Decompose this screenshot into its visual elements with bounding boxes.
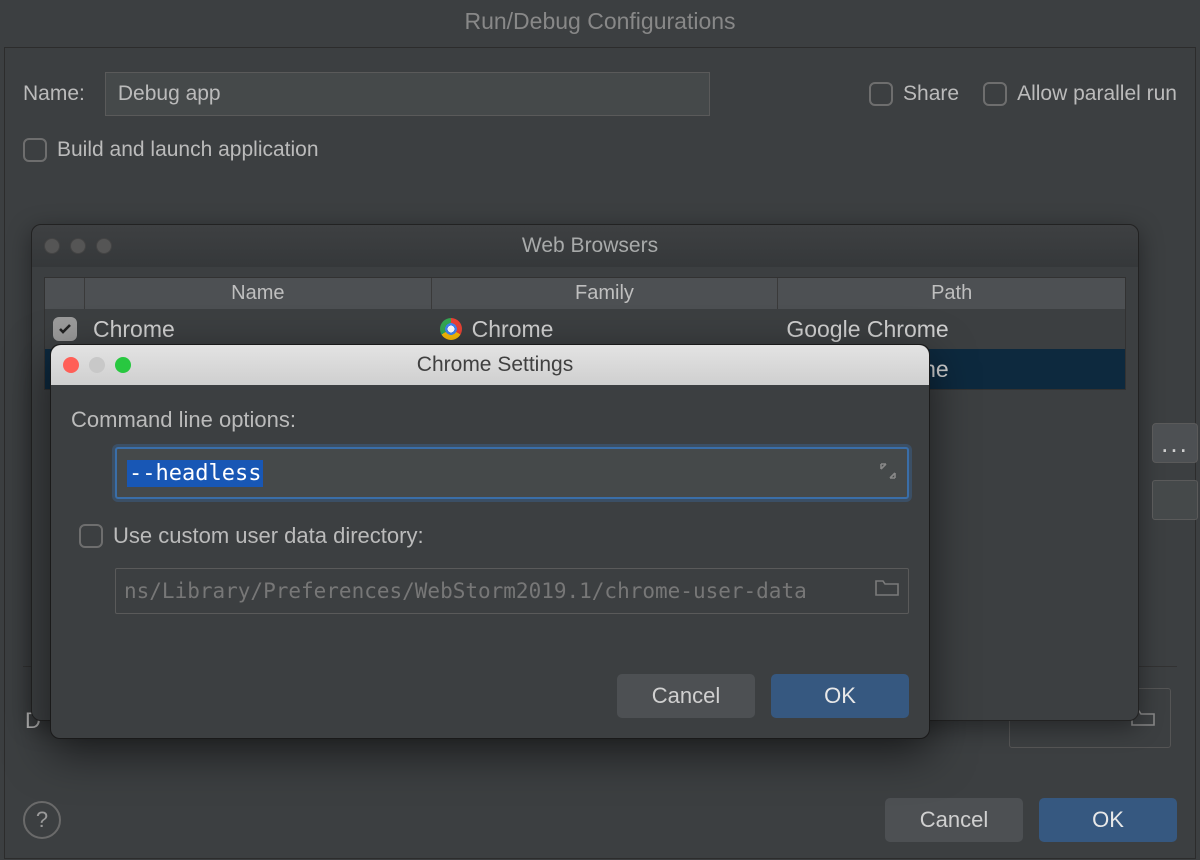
custom-dir-input[interactable]: ns/Library/Preferences/WebStorm2019.1/ch… <box>115 568 909 614</box>
cli-options-input[interactable]: --headless <box>115 447 909 499</box>
ok-button[interactable]: OK <box>1039 798 1177 842</box>
ok-button[interactable]: OK <box>771 674 909 718</box>
cli-options-value: --headless <box>127 460 263 487</box>
share-checkbox[interactable]: Share <box>869 82 959 106</box>
side-empty-box <box>1152 480 1198 520</box>
allow-parallel-checkbox[interactable]: Allow parallel run <box>983 82 1177 106</box>
expand-icon[interactable] <box>871 462 897 485</box>
chrome-settings-title: Chrome Settings <box>73 353 917 377</box>
checkbox-icon <box>23 138 47 162</box>
chrome-settings-window: Chrome Settings Command line options: --… <box>50 344 930 739</box>
folder-icon[interactable] <box>874 578 900 604</box>
checkbox-icon <box>869 82 893 106</box>
chrome-settings-buttons: Cancel OK <box>71 674 909 718</box>
chrome-icon <box>440 318 462 340</box>
name-input[interactable] <box>105 72 710 116</box>
cli-options-label: Command line options: <box>71 407 909 433</box>
table-header: Name Family Path <box>45 278 1125 309</box>
row-checkbox[interactable] <box>53 317 77 341</box>
name-label: Name: <box>23 82 85 106</box>
web-browsers-title: Web Browsers <box>54 234 1126 258</box>
checkbox-icon <box>983 82 1007 106</box>
cell-name: Chrome <box>93 316 175 343</box>
custom-dir-value: ns/Library/Preferences/WebStorm2019.1/ch… <box>124 579 874 603</box>
share-label: Share <box>903 82 959 106</box>
outer-button-row: ? Cancel OK <box>23 798 1177 842</box>
more-button[interactable]: ... <box>1152 423 1198 463</box>
build-launch-checkbox[interactable]: Build and launch application <box>23 138 319 162</box>
col-path: Path <box>778 278 1125 309</box>
build-launch-label: Build and launch application <box>57 138 319 162</box>
cancel-button[interactable]: Cancel <box>617 674 755 718</box>
table-row[interactable]: Chrome Chrome Google Chrome <box>45 309 1125 349</box>
col-family: Family <box>432 278 779 309</box>
chrome-settings-titlebar: Chrome Settings <box>51 345 929 385</box>
custom-dir-label: Use custom user data directory: <box>113 523 424 549</box>
allow-parallel-label: Allow parallel run <box>1017 82 1177 106</box>
checkbox-icon <box>79 524 103 548</box>
col-name: Name <box>85 278 432 309</box>
help-button[interactable]: ? <box>23 801 61 839</box>
cancel-button[interactable]: Cancel <box>885 798 1023 842</box>
web-browsers-titlebar: Web Browsers <box>32 225 1138 267</box>
custom-dir-checkbox[interactable]: Use custom user data directory: <box>79 523 424 549</box>
cell-path: Google Chrome <box>786 316 948 343</box>
cell-family: Chrome <box>472 316 554 343</box>
dialog-title: Run/Debug Configurations <box>0 0 1200 47</box>
name-row: Name: Share Allow parallel run <box>23 72 1177 116</box>
